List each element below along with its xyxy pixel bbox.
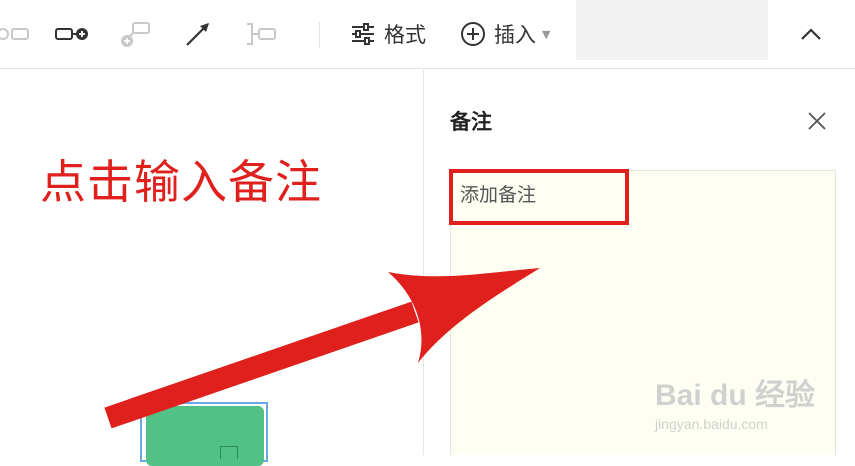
toolbar: 格式 插入 ▼ (0, 0, 855, 69)
topic-node[interactable] (146, 406, 264, 466)
close-icon[interactable] (806, 110, 828, 132)
annotation-text: 点击输入备注 (40, 155, 322, 209)
insert-label: 插入 (494, 23, 536, 47)
format-button[interactable]: 格式 (350, 18, 426, 50)
subtopic-icon[interactable] (55, 20, 91, 48)
plus-circle-icon (461, 22, 485, 46)
summary-icon[interactable] (245, 20, 279, 48)
collapse-toolbar-button[interactable] (796, 20, 826, 48)
format-label: 格式 (384, 23, 426, 47)
topic-icon[interactable] (0, 20, 32, 48)
chevron-up-icon (801, 28, 821, 40)
toolbar-blank-area (576, 0, 768, 60)
highlight-box (449, 169, 629, 225)
sliders-icon (352, 23, 374, 45)
baidu-watermark: Bai du 经验 jingyan.baidu.com (655, 370, 815, 432)
note-marker-icon (220, 446, 238, 459)
float-topic-icon[interactable] (119, 20, 153, 48)
relationship-icon[interactable] (183, 20, 213, 48)
caret-down-icon: ▼ (542, 27, 551, 41)
insert-button[interactable]: 插入 ▼ (460, 18, 550, 50)
panel-title: 备注 (450, 110, 492, 134)
watermark-sub: jingyan.baidu.com (655, 416, 768, 432)
mindmap-canvas[interactable] (0, 70, 423, 455)
toolbar-divider (319, 22, 320, 48)
watermark-main: Bai du 经验 (655, 379, 816, 412)
